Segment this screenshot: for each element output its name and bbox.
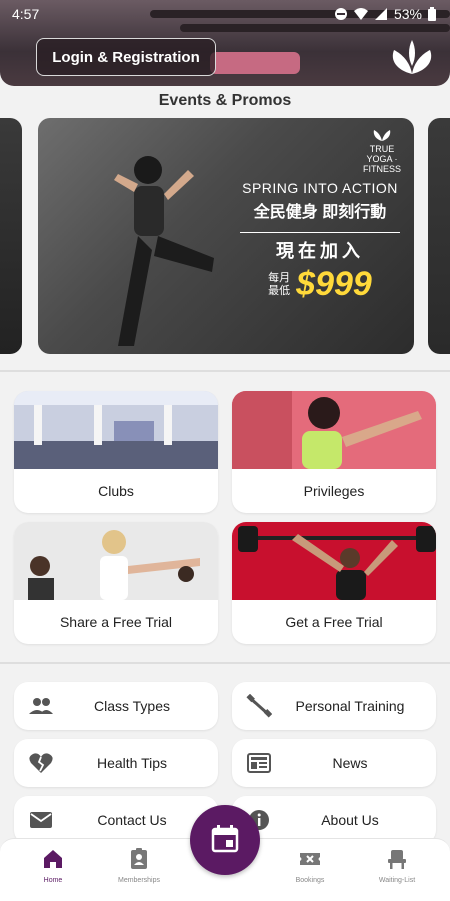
events-promos-title: Events & Promos bbox=[158, 92, 292, 109]
status-time: 4:57 bbox=[12, 6, 40, 22]
about-us-label: About Us bbox=[321, 812, 379, 828]
ticket-icon bbox=[300, 853, 320, 865]
membership-card-icon bbox=[131, 848, 147, 869]
waiting-chair-icon bbox=[388, 850, 406, 869]
contact-us-label: Contact Us bbox=[97, 812, 167, 828]
privileges-label: Privileges bbox=[303, 483, 365, 499]
promo-price: $999 bbox=[296, 265, 372, 303]
athlete-image bbox=[114, 156, 214, 346]
privileges-image bbox=[232, 391, 436, 469]
nav-waiting-list[interactable]: Waiting-List bbox=[357, 847, 437, 884]
get-free-trial-image bbox=[232, 522, 436, 600]
dumbbell-icon bbox=[246, 694, 272, 718]
broken-heart-icon bbox=[29, 753, 53, 773]
nav-memberships-label: Memberships bbox=[117, 877, 160, 884]
home-icon bbox=[44, 850, 62, 868]
people-icon bbox=[29, 698, 53, 714]
battery-icon bbox=[428, 7, 436, 21]
promo-price-row: 每月 最低 $999 bbox=[240, 265, 400, 304]
mail-icon bbox=[30, 812, 52, 828]
signal-icon bbox=[374, 8, 387, 20]
nav-bookings-label: Bookings bbox=[295, 877, 325, 884]
login-registration-button[interactable]: Login & Registration bbox=[36, 38, 216, 76]
nav-memberships[interactable]: Memberships bbox=[99, 847, 179, 884]
class-types-label: Class Types bbox=[94, 698, 170, 714]
clubs-tile[interactable]: Clubs bbox=[14, 391, 218, 513]
promo-monthly-line1: 每月 bbox=[268, 271, 291, 284]
promo-monthly-line2: 最低 bbox=[268, 284, 291, 297]
calendar-fab-button[interactable] bbox=[190, 805, 260, 875]
promo-headline-en: SPRING INTO ACTION bbox=[242, 180, 398, 196]
get-free-trial-label: Get a Free Trial bbox=[285, 614, 383, 630]
promo-card-next[interactable] bbox=[428, 118, 450, 354]
promo-brand-logo: TRUE YOGA · FITNESS bbox=[362, 126, 402, 174]
calendar-icon bbox=[211, 825, 239, 853]
personal-training-label: Personal Training bbox=[295, 698, 405, 714]
section-divider bbox=[0, 370, 450, 372]
privileges-tile[interactable]: Privileges bbox=[232, 391, 436, 513]
promo-card-previous[interactable] bbox=[0, 118, 22, 354]
nav-home[interactable]: Home bbox=[13, 847, 93, 884]
about-us-button[interactable]: About Us bbox=[232, 796, 436, 844]
brand-logo-icon bbox=[392, 40, 432, 74]
share-free-trial-tile[interactable]: Share a Free Trial bbox=[14, 522, 218, 644]
clubs-image bbox=[14, 391, 218, 469]
status-bar: 4:57 53% bbox=[0, 0, 450, 28]
promo-text: SPRING INTO ACTION 全民健身 即刻行動 現在加入 每月 最低 … bbox=[240, 180, 400, 304]
section-divider bbox=[0, 662, 450, 664]
health-tips-button[interactable]: Health Tips bbox=[14, 739, 218, 787]
wifi-icon bbox=[353, 8, 368, 20]
share-free-trial-image bbox=[14, 522, 218, 600]
promo-headline-zh: 全民健身 即刻行動 bbox=[253, 204, 387, 221]
get-free-trial-tile[interactable]: Get a Free Trial bbox=[232, 522, 436, 644]
contact-us-button[interactable]: Contact Us bbox=[14, 796, 218, 844]
promo-join-text: 現在加入 bbox=[240, 232, 400, 263]
class-types-button[interactable]: Class Types bbox=[14, 682, 218, 730]
promo-card[interactable]: TRUE YOGA · FITNESS SPRING INTO ACTION 全… bbox=[38, 118, 414, 354]
news-label: News bbox=[332, 755, 368, 771]
nav-bookings[interactable]: Bookings bbox=[270, 847, 350, 884]
health-tips-label: Health Tips bbox=[96, 755, 168, 771]
battery-text: 53% bbox=[393, 6, 422, 22]
promo-brand-text: TRUE YOGA · FITNESS bbox=[362, 144, 401, 174]
news-button[interactable]: News bbox=[232, 739, 436, 787]
share-free-trial-label: Share a Free Trial bbox=[59, 614, 173, 630]
personal-training-button[interactable]: Personal Training bbox=[232, 682, 436, 730]
gym-bench bbox=[210, 52, 300, 74]
promo-monthly-label: 每月 最低 bbox=[268, 272, 290, 298]
nav-waiting-list-label: Waiting-List bbox=[378, 877, 416, 884]
news-icon bbox=[247, 753, 271, 773]
do-not-disturb-icon bbox=[334, 8, 347, 20]
brand-logo-icon bbox=[373, 130, 391, 141]
promo-carousel[interactable]: TRUE YOGA · FITNESS SPRING INTO ACTION 全… bbox=[0, 118, 450, 354]
nav-home-label: Home bbox=[43, 877, 63, 884]
clubs-label: Clubs bbox=[98, 483, 134, 499]
